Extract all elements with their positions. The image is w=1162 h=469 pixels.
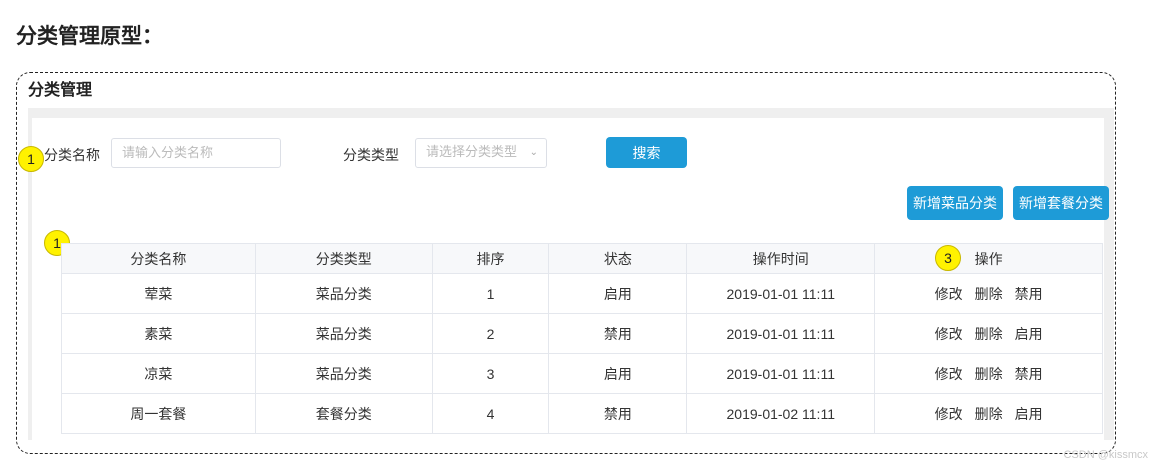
table-row: 凉菜 菜品分类 3 启用 2019-01-01 11:11 修改 删除 禁用 (61, 353, 1103, 394)
cell-name: 周一套餐 (61, 393, 256, 434)
cell-sort: 3 (431, 353, 550, 394)
search-button[interactable]: 搜索 (606, 137, 687, 168)
cell-time: 2019-01-02 11:11 (686, 393, 876, 434)
category-name-input[interactable]: 请输入分类名称 (111, 138, 281, 168)
cell-name: 素菜 (61, 313, 256, 354)
toggle-status-link[interactable]: 禁用 (1015, 284, 1043, 304)
panel-right-strip (1104, 108, 1114, 440)
edit-link[interactable]: 修改 (935, 364, 963, 384)
cell-sort: 2 (431, 313, 550, 354)
edit-link[interactable]: 修改 (935, 404, 963, 424)
toggle-status-link[interactable]: 禁用 (1015, 364, 1043, 384)
chevron-down-icon: ⌄ (529, 147, 538, 158)
annotation-badge: 3 (935, 245, 961, 271)
category-type-placeholder: 请选择分类类型 (426, 145, 518, 160)
category-type-label: 分类类型 (343, 148, 399, 164)
cell-status: 启用 (548, 273, 688, 314)
category-table: 分类名称 分类类型 排序 状态 操作时间 操作 荤菜 菜品分类 1 启用 201… (61, 243, 1103, 434)
cell-name: 凉菜 (61, 353, 256, 394)
cell-name: 荤菜 (61, 273, 256, 314)
edit-link[interactable]: 修改 (935, 324, 963, 344)
toggle-status-link[interactable]: 启用 (1015, 404, 1043, 424)
annotation-badge: 1 (18, 146, 44, 172)
cell-actions: 修改 删除 禁用 (874, 273, 1103, 314)
delete-link[interactable]: 删除 (975, 324, 1003, 344)
table-row: 素菜 菜品分类 2 禁用 2019-01-01 11:11 修改 删除 启用 (61, 313, 1103, 354)
cell-type: 菜品分类 (254, 313, 433, 354)
cell-time: 2019-01-01 11:11 (686, 313, 876, 354)
cell-actions: 修改 删除 启用 (874, 393, 1103, 434)
cell-status: 禁用 (548, 313, 688, 354)
toggle-status-link[interactable]: 启用 (1015, 324, 1043, 344)
category-type-select[interactable]: 请选择分类类型 ⌄ (415, 138, 547, 168)
cell-type: 套餐分类 (254, 393, 433, 434)
category-name-label: 分类名称 (44, 148, 100, 164)
column-header-name: 分类名称 (61, 243, 256, 274)
cell-sort: 1 (431, 273, 550, 314)
cell-type: 菜品分类 (254, 273, 433, 314)
column-header-actions: 操作 (874, 243, 1103, 274)
column-header-time: 操作时间 (686, 243, 876, 274)
delete-link[interactable]: 删除 (975, 284, 1003, 304)
add-setmeal-category-button[interactable]: 新增套餐分类 (1013, 186, 1109, 220)
add-dish-category-button[interactable]: 新增菜品分类 (907, 186, 1003, 220)
cell-actions: 修改 删除 禁用 (874, 353, 1103, 394)
page-heading: 分类管理原型： (16, 24, 163, 48)
cell-actions: 修改 删除 启用 (874, 313, 1103, 354)
cell-time: 2019-01-01 11:11 (686, 353, 876, 394)
column-header-status: 状态 (548, 243, 688, 274)
table-row: 周一套餐 套餐分类 4 禁用 2019-01-02 11:11 修改 删除 启用 (61, 393, 1103, 434)
cell-status: 禁用 (548, 393, 688, 434)
watermark: CSDN @kissmcx (1063, 449, 1149, 461)
panel-top-strip (28, 108, 1114, 118)
column-header-sort: 排序 (431, 243, 550, 274)
cell-sort: 4 (431, 393, 550, 434)
cell-status: 启用 (548, 353, 688, 394)
column-header-type: 分类类型 (254, 243, 433, 274)
panel-title: 分类管理 (28, 80, 93, 99)
edit-link[interactable]: 修改 (935, 284, 963, 304)
cell-time: 2019-01-01 11:11 (686, 273, 876, 314)
table-row: 荤菜 菜品分类 1 启用 2019-01-01 11:11 修改 删除 禁用 (61, 273, 1103, 314)
delete-link[interactable]: 删除 (975, 364, 1003, 384)
delete-link[interactable]: 删除 (975, 404, 1003, 424)
cell-type: 菜品分类 (254, 353, 433, 394)
